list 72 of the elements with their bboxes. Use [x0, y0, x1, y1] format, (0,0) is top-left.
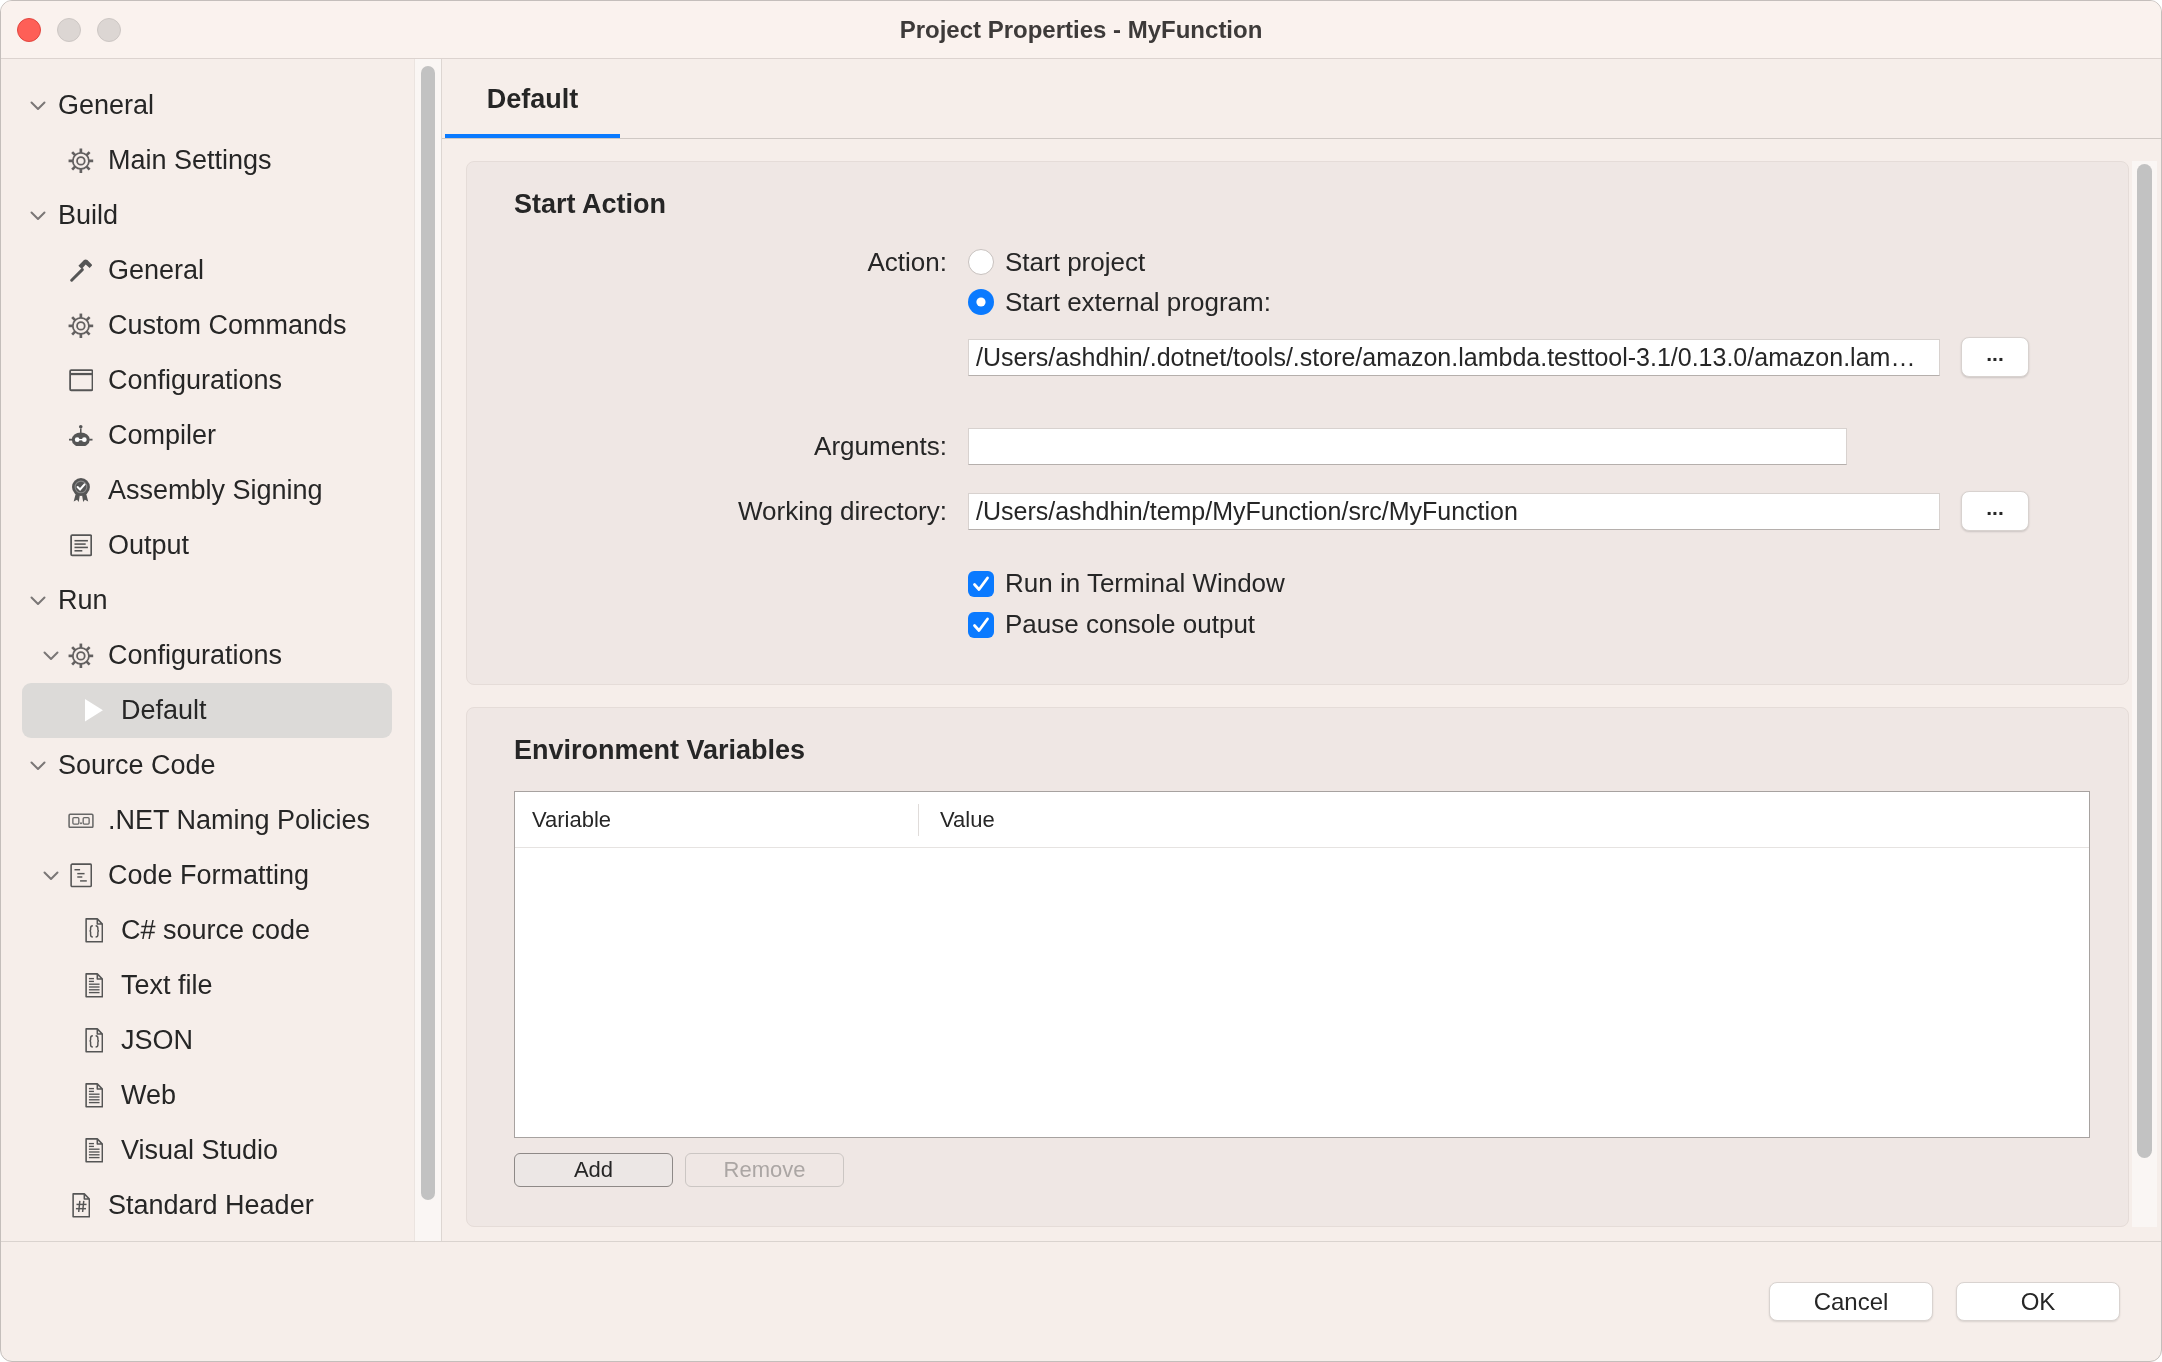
browse-button[interactable]: ...: [1961, 491, 2029, 531]
badge-check-icon: [72, 478, 90, 503]
radio-icon[interactable]: [968, 289, 994, 315]
gear-icon: [68, 312, 94, 339]
section-heading: Start Action: [514, 188, 667, 220]
sidebar-item[interactable]: Text file: [22, 958, 392, 1013]
outline-document-icon: [69, 863, 93, 888]
radio-option[interactable]: Start external program:: [968, 282, 1271, 322]
window-icon: [68, 369, 94, 392]
text-document-icon: [84, 972, 104, 999]
chevron-down-icon[interactable]: [30, 100, 46, 111]
text-document-icon: [84, 1137, 104, 1164]
field-label: Arguments:: [813, 430, 947, 462]
play-icon: [85, 699, 103, 722]
field-label: Working directory:: [736, 495, 947, 527]
chevron-down-icon[interactable]: [43, 650, 59, 661]
sidebar-item[interactable]: Main Settings: [22, 133, 392, 188]
browse-button[interactable]: ...: [1961, 337, 2029, 377]
checkbox-option[interactable]: Pause console output: [968, 604, 1285, 645]
checkbox-icon[interactable]: [968, 570, 994, 597]
sidebar-item[interactable]: Build: [22, 188, 392, 243]
braces-document-icon: [84, 917, 104, 944]
chevron-down-icon[interactable]: [30, 595, 46, 606]
sidebar-item[interactable]: Run: [22, 573, 392, 628]
sidebar-item[interactable]: Standard Header: [22, 1178, 392, 1233]
sidebar-item[interactable]: Code Formatting: [22, 848, 392, 903]
working-directory-field[interactable]: /Users/ashdhin/temp/MyFunction/src/MyFunction: [968, 492, 1940, 530]
sidebar-item[interactable]: Configurations: [22, 628, 392, 683]
window-title: Project Properties - MyFunction: [899, 15, 1263, 44]
chevron-down-icon[interactable]: [30, 210, 46, 221]
document-lines-icon: [69, 534, 93, 557]
label-tag-icon: [68, 812, 94, 829]
add-button[interactable]: Add: [514, 1153, 673, 1187]
scrollbar-thumb[interactable]: [2137, 164, 2152, 1158]
sidebar-item[interactable]: JSON: [22, 1013, 392, 1068]
column-header: Value: [918, 803, 2089, 836]
field-label: Action:: [866, 246, 947, 279]
radio-icon[interactable]: [968, 249, 994, 275]
close-icon[interactable]: [17, 17, 41, 42]
chevron-down-icon[interactable]: [43, 870, 59, 881]
sidebar-item[interactable]: Custom Commands: [22, 298, 392, 353]
checkbox-icon[interactable]: [968, 611, 994, 638]
column-header: Variable: [531, 805, 613, 834]
sidebar-item[interactable]: Output: [22, 518, 392, 573]
sidebar-item[interactable]: Visual Studio: [22, 1123, 392, 1178]
sidebar-item[interactable]: General: [22, 243, 392, 298]
braces-document-icon: [84, 1027, 104, 1054]
sidebar-item[interactable]: C# source code: [22, 903, 392, 958]
hash-document-icon: [71, 1192, 91, 1219]
radio-option[interactable]: Start project: [968, 242, 1271, 282]
sidebar-item[interactable]: .NET Naming Policies: [22, 793, 392, 848]
sidebar-item[interactable]: Source Code: [22, 738, 392, 793]
checkbox-option[interactable]: Run in Terminal Window: [968, 563, 1285, 604]
section-heading: Environment Variables: [514, 734, 807, 766]
sidebar-item[interactable]: General: [22, 78, 392, 133]
dialog-button[interactable]: Cancel: [1769, 1282, 1933, 1321]
dialog-button[interactable]: OK: [1956, 1282, 2120, 1321]
sidebar-item[interactable]: Default: [22, 683, 392, 738]
hammer-icon: [69, 259, 93, 282]
sidebar-item[interactable]: Compiler: [22, 408, 392, 463]
scrollbar-thumb[interactable]: [421, 66, 435, 1200]
sidebar-item[interactable]: Configurations: [22, 353, 392, 408]
robot-icon: [69, 424, 93, 447]
text-document-icon: [84, 1082, 104, 1109]
gear-icon: [68, 642, 94, 669]
chevron-down-icon[interactable]: [30, 760, 46, 771]
program-path-field[interactable]: /Users/ashdhin/.dotnet/tools/.store/amazon.lambda.testtool-3.1/0.13.0/amazon.lam…: [968, 338, 1940, 376]
gear-icon: [68, 147, 94, 174]
sidebar-item[interactable]: Assembly Signing: [22, 463, 392, 518]
arguments-field[interactable]: [968, 427, 1847, 465]
sidebar-item[interactable]: Web: [22, 1068, 392, 1123]
tab[interactable]: Default: [445, 59, 620, 138]
